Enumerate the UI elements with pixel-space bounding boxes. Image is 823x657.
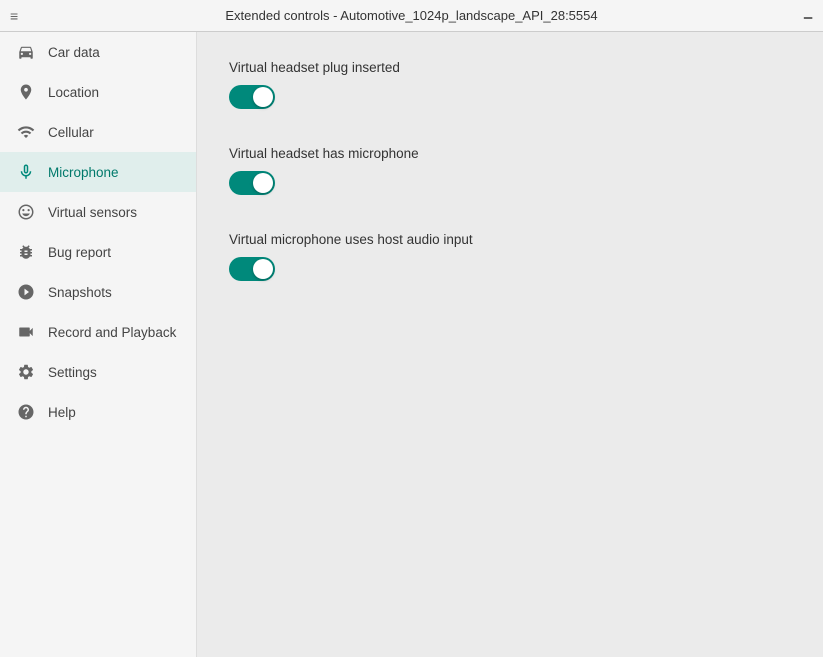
- microphone-icon: [16, 162, 36, 182]
- sidebar-item-bug-report[interactable]: Bug report: [0, 232, 196, 272]
- virtual-sensors-icon: [16, 202, 36, 222]
- toggle-host-audio[interactable]: [229, 257, 275, 281]
- snapshots-icon: [16, 282, 36, 302]
- cellular-icon: [16, 122, 36, 142]
- toggle-row-headset-mic: Virtual headset has microphone: [229, 146, 791, 200]
- sidebar: Car data Location Cellular Microphone Vi: [0, 32, 197, 657]
- car-icon: [16, 42, 36, 62]
- toggle-label-headset-mic: Virtual headset has microphone: [229, 146, 791, 161]
- sidebar-item-microphone-label: Microphone: [48, 165, 119, 180]
- sidebar-item-settings-label: Settings: [48, 365, 97, 380]
- toggle-headset-plug[interactable]: [229, 85, 275, 109]
- sidebar-item-record-playback[interactable]: Record and Playback: [0, 312, 196, 352]
- settings-icon: [16, 362, 36, 382]
- sidebar-item-cellular[interactable]: Cellular: [0, 112, 196, 152]
- sidebar-item-settings[interactable]: Settings: [0, 352, 196, 392]
- sidebar-item-virtual-sensors[interactable]: Virtual sensors: [0, 192, 196, 232]
- sidebar-item-help-label: Help: [48, 405, 76, 420]
- toggle-knob: [253, 173, 273, 193]
- title-bar: ≡ Extended controls - Automotive_1024p_l…: [0, 0, 823, 32]
- main-layout: Car data Location Cellular Microphone Vi: [0, 32, 823, 657]
- toggle-label-host-audio: Virtual microphone uses host audio input: [229, 232, 791, 247]
- sidebar-item-virtual-sensors-label: Virtual sensors: [48, 205, 137, 220]
- sidebar-item-snapshots[interactable]: Snapshots: [0, 272, 196, 312]
- sidebar-item-car-data[interactable]: Car data: [0, 32, 196, 72]
- sidebar-item-car-data-label: Car data: [48, 45, 100, 60]
- bug-icon: [16, 242, 36, 262]
- record-icon: [16, 322, 36, 342]
- sidebar-item-cellular-label: Cellular: [48, 125, 94, 140]
- sidebar-item-record-playback-label: Record and Playback: [48, 325, 176, 340]
- sidebar-item-help[interactable]: Help: [0, 392, 196, 432]
- menu-icon: ≡: [10, 8, 18, 24]
- toggle-knob: [253, 87, 273, 107]
- toggle-label-headset-plug: Virtual headset plug inserted: [229, 60, 791, 75]
- sidebar-item-microphone[interactable]: Microphone: [0, 152, 196, 192]
- toggle-headset-mic[interactable]: [229, 171, 275, 195]
- content-area: Virtual headset plug inserted Virtual he…: [197, 32, 823, 657]
- close-button[interactable]: 🗕: [803, 9, 813, 23]
- help-icon: [16, 402, 36, 422]
- toggle-row-headset-plug: Virtual headset plug inserted: [229, 60, 791, 114]
- sidebar-item-location-label: Location: [48, 85, 99, 100]
- window-title: Extended controls - Automotive_1024p_lan…: [225, 8, 597, 23]
- sidebar-item-snapshots-label: Snapshots: [48, 285, 112, 300]
- toggle-row-host-audio: Virtual microphone uses host audio input: [229, 232, 791, 286]
- location-icon: [16, 82, 36, 102]
- sidebar-item-bug-report-label: Bug report: [48, 245, 111, 260]
- toggle-knob: [253, 259, 273, 279]
- sidebar-item-location[interactable]: Location: [0, 72, 196, 112]
